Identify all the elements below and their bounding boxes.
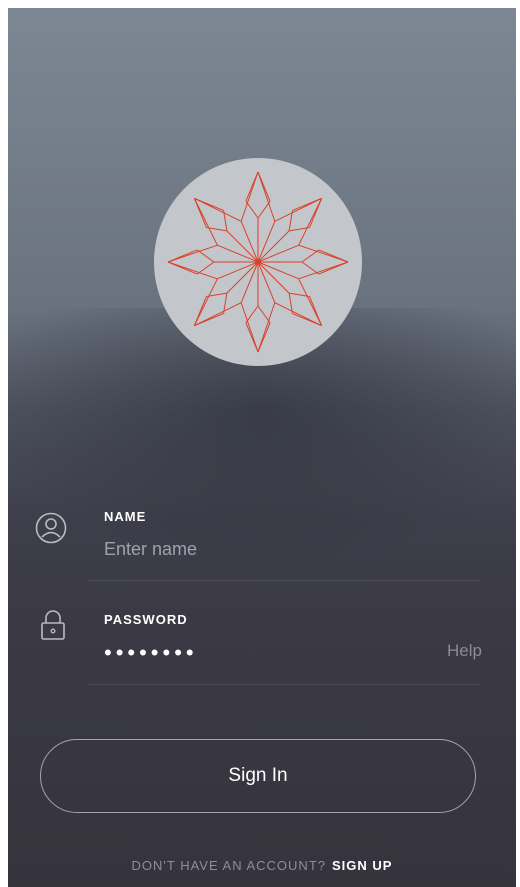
sign-in-label: Sign In [228, 765, 288, 786]
name-input[interactable] [104, 536, 424, 562]
password-label: PASSWORD [104, 612, 188, 627]
login-screen: NAME PASSWORD •••••••• Help Sign In DON'… [8, 8, 516, 887]
no-account-text: DON'T HAVE AN ACCOUNT? [131, 858, 326, 873]
app-logo [154, 158, 362, 366]
help-link[interactable]: Help [447, 641, 482, 661]
sign-in-button[interactable]: Sign In [40, 739, 476, 813]
sign-up-link[interactable]: SIGN UP [332, 858, 392, 873]
signup-prompt: DON'T HAVE AN ACCOUNT? SIGN UP [8, 858, 516, 873]
user-circle-icon [35, 512, 67, 544]
name-divider [88, 580, 480, 581]
password-input[interactable]: •••••••• [104, 640, 198, 666]
password-divider [88, 684, 480, 685]
lock-icon [41, 610, 65, 640]
star-mandala-icon [167, 171, 349, 353]
name-label: NAME [104, 509, 147, 524]
